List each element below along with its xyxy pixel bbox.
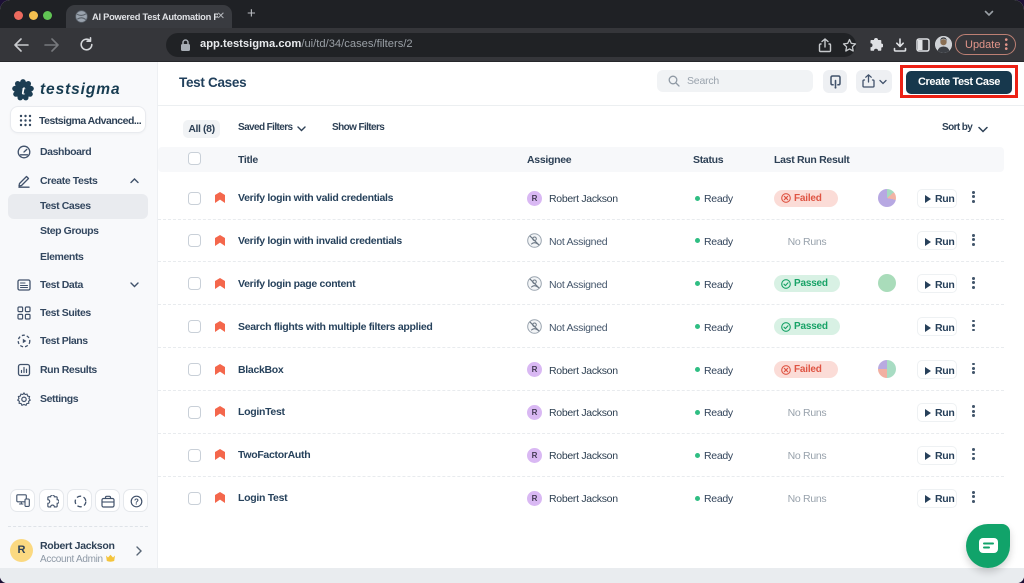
svg-text:t: t — [21, 83, 25, 98]
svg-text:?: ? — [134, 497, 139, 506]
